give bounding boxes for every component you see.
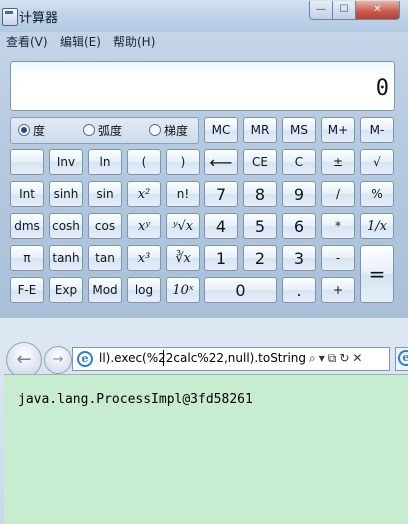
key-divide[interactable]: /: [321, 181, 355, 207]
key-add[interactable]: +: [321, 277, 355, 303]
key-8[interactable]: 8: [243, 181, 277, 207]
key-y-root-x[interactable]: ʸ√x: [166, 213, 200, 239]
title-bar[interactable]: 计算器 — ☐ ✕: [0, 0, 408, 32]
calculator-window: 计算器 — ☐ ✕ 查看(V) 编辑(E) 帮助(H) 0 度 弧度 梯度 MC…: [0, 0, 408, 318]
key-inv[interactable]: Inv: [49, 149, 83, 175]
key-3[interactable]: 3: [282, 245, 316, 271]
key-ten-pow-x[interactable]: 10ˣ: [166, 277, 200, 303]
stop-icon[interactable]: ✕: [352, 351, 362, 365]
tab-ie-icon: e: [398, 350, 408, 366]
page-content: java.lang.ProcessImpl@3fd58261: [4, 374, 408, 524]
forward-button[interactable]: →: [44, 346, 72, 374]
key-tanh[interactable]: tanh: [49, 245, 83, 271]
key-int[interactable]: Int: [10, 181, 44, 207]
ie-icon: e: [77, 351, 93, 367]
key-ms[interactable]: MS: [282, 117, 316, 143]
key-cube-root[interactable]: ∛x: [166, 245, 200, 271]
key-sinh[interactable]: sinh: [49, 181, 83, 207]
calculator-display: 0: [10, 61, 395, 111]
menu-view[interactable]: 查看(V): [6, 33, 48, 50]
key-percent[interactable]: %: [360, 181, 394, 207]
key-6[interactable]: 6: [282, 213, 316, 239]
key-plus-minus[interactable]: ±: [321, 149, 355, 175]
key-exp[interactable]: Exp: [49, 277, 83, 303]
menu-bar: 查看(V) 编辑(E) 帮助(H): [0, 32, 408, 50]
key-sin[interactable]: sin: [88, 181, 122, 207]
key-m-minus[interactable]: M-: [360, 117, 394, 143]
radio-radians[interactable]: 弧度: [83, 122, 122, 139]
key-7[interactable]: 7: [204, 181, 238, 207]
menu-help[interactable]: 帮助(H): [113, 33, 155, 50]
key-open-paren[interactable]: (: [127, 149, 161, 175]
browser-window: ← → e ll).exec(%22calc%22,null).toString…: [0, 318, 408, 524]
page-output-text: java.lang.ProcessImpl@3fd58261: [18, 392, 253, 407]
key-2[interactable]: 2: [243, 245, 277, 271]
key-subtract[interactable]: -: [321, 245, 355, 271]
radio-dot-icon: [18, 124, 30, 136]
key-c[interactable]: C: [282, 149, 316, 175]
key-cos[interactable]: cos: [88, 213, 122, 239]
dropdown-icon[interactable]: ▾: [319, 351, 325, 365]
close-button[interactable]: ✕: [355, 1, 400, 20]
maximize-button[interactable]: ☐: [332, 1, 356, 20]
key-pi[interactable]: π: [10, 245, 44, 271]
key-ln[interactable]: ln: [88, 149, 122, 175]
key-dms[interactable]: dms: [10, 213, 44, 239]
key-close-paren[interactable]: ): [166, 149, 200, 175]
browser-tab[interactable]: e: [395, 347, 408, 371]
minimize-button[interactable]: —: [309, 1, 333, 20]
compat-view-icon[interactable]: ⧉: [328, 351, 337, 365]
window-title: 计算器: [19, 11, 59, 26]
key-1[interactable]: 1: [204, 245, 238, 271]
address-actions: ⌕ ▾ ⧉ ↻ ✕: [309, 351, 365, 366]
key-5[interactable]: 5: [243, 213, 277, 239]
radio-degrees[interactable]: 度: [18, 122, 45, 139]
key-x-cubed[interactable]: x³: [127, 245, 161, 271]
address-bar[interactable]: e ll).exec(%22calc%22,null).toString() ⌕…: [72, 347, 390, 371]
key-x-squared[interactable]: x²: [127, 181, 161, 207]
key-mr[interactable]: MR: [243, 117, 277, 143]
key-tan[interactable]: tan: [88, 245, 122, 271]
display-value: 0: [375, 76, 389, 101]
text-cursor: [163, 350, 164, 366]
key-equals[interactable]: =: [360, 245, 394, 303]
back-button[interactable]: ←: [6, 342, 42, 378]
key-x-pow-y[interactable]: xʸ: [127, 213, 161, 239]
key-m-plus[interactable]: M+: [321, 117, 355, 143]
key-mc[interactable]: MC: [204, 117, 238, 143]
key-backspace[interactable]: ⟵: [204, 149, 238, 175]
angle-mode-group: 度 弧度 梯度: [10, 117, 199, 144]
key-cosh[interactable]: cosh: [49, 213, 83, 239]
key-decimal[interactable]: .: [282, 277, 316, 303]
key-mod[interactable]: Mod: [88, 277, 122, 303]
refresh-icon[interactable]: ↻: [339, 351, 349, 365]
key-9[interactable]: 9: [282, 181, 316, 207]
menu-edit[interactable]: 编辑(E): [60, 33, 101, 50]
radio-dot-icon: [83, 124, 95, 136]
calculator-app-icon: [2, 8, 18, 26]
radio-gradians[interactable]: 梯度: [149, 122, 188, 139]
key-blank[interactable]: [10, 149, 44, 175]
key-0[interactable]: 0: [204, 277, 277, 303]
address-input[interactable]: ll).exec(%22calc%22,null).toString(): [99, 350, 307, 367]
key-fe[interactable]: F-E: [10, 277, 44, 303]
key-sqrt[interactable]: √: [360, 149, 394, 175]
key-log[interactable]: log: [127, 277, 161, 303]
search-icon[interactable]: ⌕: [309, 351, 316, 365]
key-factorial[interactable]: n!: [166, 181, 200, 207]
radio-dot-icon: [149, 124, 161, 136]
key-reciprocal[interactable]: 1/x: [360, 213, 394, 239]
key-multiply[interactable]: *: [321, 213, 355, 239]
key-4[interactable]: 4: [204, 213, 238, 239]
key-ce[interactable]: CE: [243, 149, 277, 175]
